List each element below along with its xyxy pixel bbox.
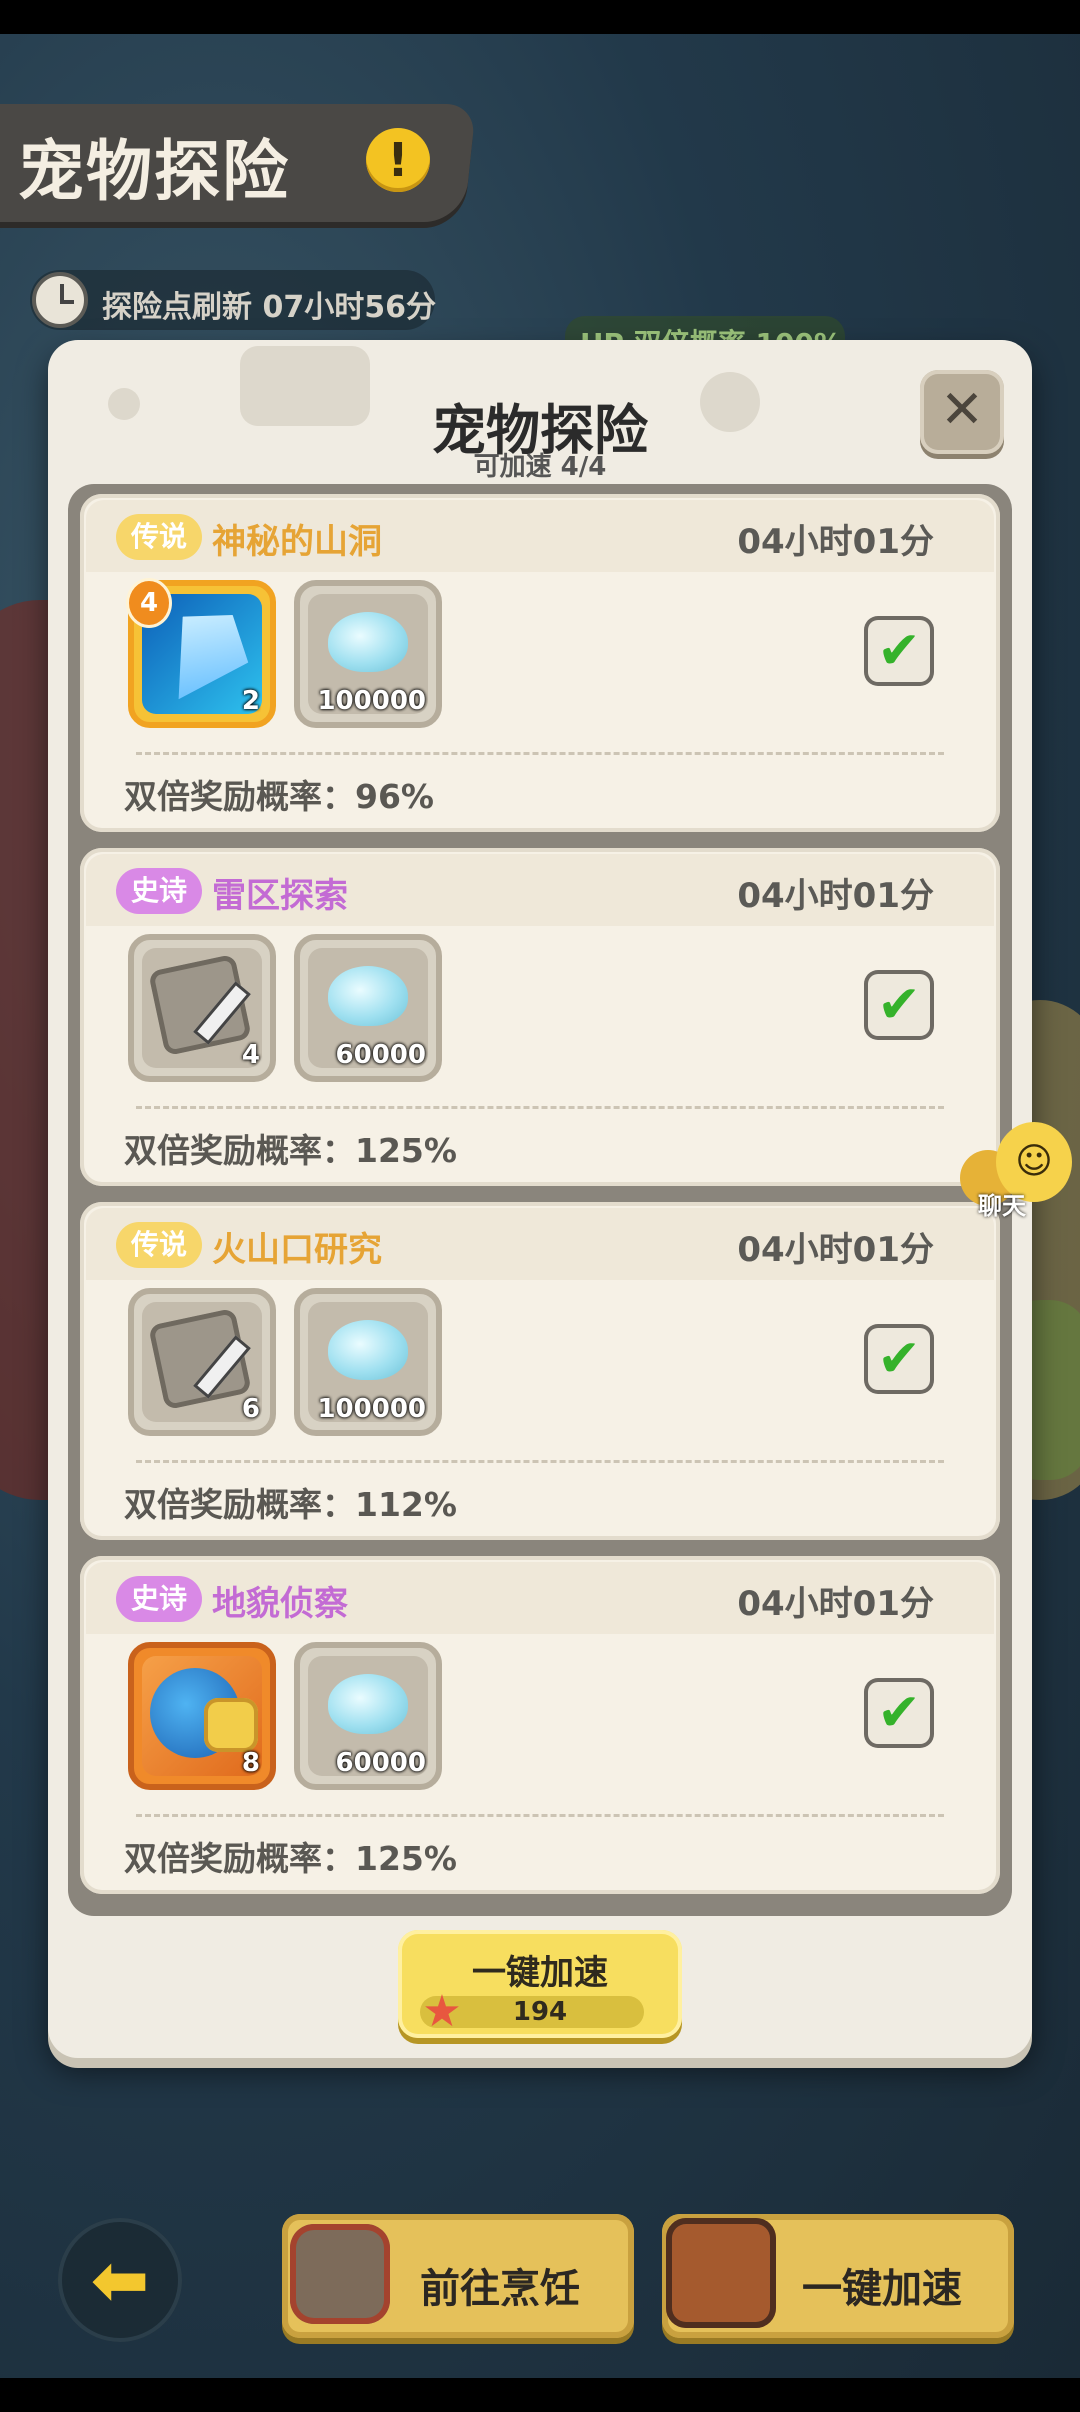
select-checkbox[interactable]: ✔ — [864, 1678, 934, 1748]
rarity-tag: 史诗 — [116, 1576, 202, 1622]
checkmark-icon: ✔ — [877, 1329, 921, 1389]
expedition-name: 神秘的山洞 — [212, 522, 382, 562]
info-warning-icon[interactable]: ! — [366, 128, 430, 192]
double-reward-rate: 双倍奖励概率：125% — [124, 1839, 457, 1878]
gold-ingot-icon — [204, 1698, 258, 1752]
reward-item[interactable]: 6 — [128, 1288, 276, 1436]
item-count: 8 — [241, 1748, 260, 1778]
shell-icon — [328, 1674, 408, 1734]
clock-icon — [32, 272, 88, 328]
select-checkbox[interactable]: ✔ — [864, 1324, 934, 1394]
select-checkbox[interactable]: ✔ — [864, 970, 934, 1040]
shell-icon — [328, 966, 408, 1026]
close-button[interactable]: ✕ — [920, 370, 1004, 454]
double-reward-rate: 双倍奖励概率：112% — [124, 1485, 457, 1524]
modal-subtitle: 可加速 4/4 — [473, 452, 607, 482]
divider — [136, 1814, 944, 1817]
shell-icon — [328, 1320, 408, 1380]
back-arrow-icon: ⬅ — [90, 2239, 150, 2321]
reward-item[interactable]: 60000 — [294, 1642, 442, 1790]
rarity-tag: 史诗 — [116, 868, 202, 914]
expedition-card[interactable]: 传说 火山口研究 04小时01分 6 100000 ✔ 双倍奖励概率：112% — [80, 1202, 1000, 1540]
reward-item[interactable]: 100000 — [294, 580, 442, 728]
divider — [136, 752, 944, 755]
item-count: 2 — [241, 686, 260, 716]
double-reward-rate: 双倍奖励概率：96% — [124, 777, 434, 816]
treasure-chest-icon — [666, 2218, 776, 2328]
level-badge: 4 — [126, 578, 172, 628]
chat-label: 聊天 — [978, 1192, 1026, 1220]
refresh-timer-text: 探险点刷新 07小时56分 — [102, 290, 436, 325]
go-cooking-label: 前往烹饪 — [420, 2266, 580, 2312]
item-count: 100000 — [317, 1394, 426, 1424]
checkmark-icon: ✔ — [877, 1683, 921, 1743]
navigation-bar — [0, 2378, 1080, 2412]
select-checkbox[interactable]: ✔ — [864, 616, 934, 686]
expedition-time: 04小时01分 — [737, 876, 934, 916]
item-count: 4 — [241, 1040, 260, 1070]
checkmark-icon: ✔ — [877, 621, 921, 681]
expedition-time: 04小时01分 — [737, 1584, 934, 1624]
shell-icon — [328, 612, 408, 672]
item-count: 100000 — [317, 686, 426, 716]
rarity-tag: 传说 — [116, 1222, 202, 1268]
rarity-tag: 传说 — [116, 514, 202, 560]
item-count: 60000 — [335, 1748, 426, 1778]
item-count: 6 — [241, 1394, 260, 1424]
expedition-card[interactable]: 传说 神秘的山洞 04小时01分 4 2 100000 ✔ 双倍奖励概率：96% — [80, 494, 1000, 832]
expedition-card[interactable]: 史诗 雷区探索 04小时01分 4 60000 ✔ 双倍奖励概率：125% — [80, 848, 1000, 1186]
expedition-card[interactable]: 史诗 地貌侦察 04小时01分 8 60000 ✔ 双倍奖励概率：125% — [80, 1556, 1000, 1894]
cooking-pot-icon — [290, 2224, 390, 2324]
divider — [136, 1460, 944, 1463]
expedition-name: 地貌侦察 — [212, 1584, 348, 1624]
reward-item[interactable]: 60000 — [294, 934, 442, 1082]
status-bar — [0, 0, 1080, 34]
divider — [136, 1106, 944, 1109]
bulk-speed-up-label: 一键加速 — [802, 2266, 962, 2312]
double-reward-rate: 双倍奖励概率：125% — [124, 1131, 457, 1170]
expedition-name: 火山口研究 — [212, 1230, 382, 1270]
item-count: 60000 — [335, 1040, 426, 1070]
page-title: 宠物探险 — [18, 133, 290, 210]
reward-item[interactable]: 4 — [128, 934, 276, 1082]
reward-item[interactable]: 4 2 — [126, 578, 276, 728]
reward-item[interactable]: 100000 — [294, 1288, 442, 1436]
expedition-time: 04小时01分 — [737, 522, 934, 562]
starfish-icon: ★ — [422, 1986, 462, 2037]
expedition-time: 04小时01分 — [737, 1230, 934, 1270]
checkmark-icon: ✔ — [877, 975, 921, 1035]
expedition-name: 雷区探索 — [212, 876, 348, 916]
reward-item[interactable]: 8 — [128, 1642, 276, 1790]
